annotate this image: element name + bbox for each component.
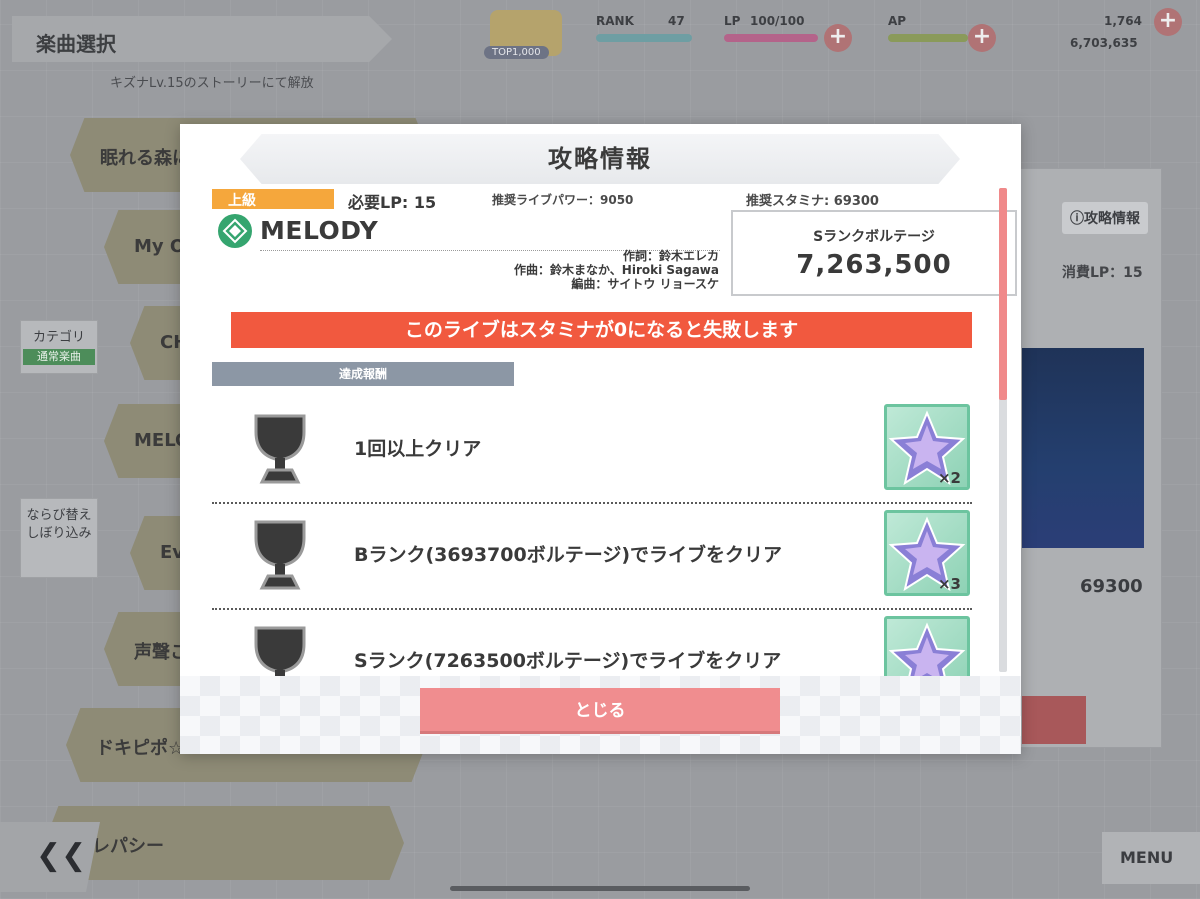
trophy-icon bbox=[254, 520, 306, 590]
reward-count: ×2 bbox=[937, 469, 961, 487]
modal-scroll-content[interactable]: 上級 必要LP: 15 推奨ライブパワー：9050 推奨スタミナ: 69300 … bbox=[180, 188, 1021, 678]
reward-item[interactable]: ×3 bbox=[884, 510, 970, 596]
trophy-icon bbox=[254, 414, 306, 484]
double-chevron-left-icon: ❮❮ bbox=[36, 838, 87, 873]
song-credits: 作詞：鈴木エレカ 作曲：鈴木まなか、Hiroki Sagawa 編曲：サイトウ … bbox=[514, 249, 719, 291]
home-indicator bbox=[450, 886, 750, 891]
rank-exp-bar bbox=[596, 34, 692, 42]
close-button[interactable]: とじる bbox=[420, 688, 780, 734]
s-rank-voltage-value: 7,263,500 bbox=[796, 250, 952, 280]
panel-stamina: 69300 bbox=[1080, 576, 1143, 597]
recommended-power: 推奨ライブパワー：9050 bbox=[492, 193, 634, 207]
scrollbar-thumb[interactable] bbox=[999, 188, 1007, 400]
star-gem-icon bbox=[888, 622, 966, 678]
rank-value: 47 bbox=[668, 14, 685, 28]
reward-item[interactable]: ×2 bbox=[884, 404, 970, 490]
song-select-title: 楽曲選択 bbox=[36, 32, 116, 56]
event-rank-badge: TOP1,000 bbox=[484, 46, 549, 59]
back-button[interactable]: ❮❮ bbox=[0, 822, 100, 892]
trophy-icon bbox=[254, 626, 306, 678]
start-live-button[interactable] bbox=[1022, 696, 1086, 744]
ap-add-plus-icon[interactable]: + bbox=[968, 24, 996, 52]
stage-preview-image bbox=[1022, 348, 1144, 548]
gold-count: 6,703,635 bbox=[1070, 36, 1138, 50]
rewards-header: 達成報酬 bbox=[212, 362, 514, 386]
category-tag: 通常楽曲 bbox=[23, 349, 95, 365]
reward-count: ×3 bbox=[937, 575, 961, 593]
reward-row: Bランク(3693700ボルテージ)でライブをクリア ×3 bbox=[212, 504, 972, 610]
required-lp: 必要LP: 15 bbox=[348, 193, 437, 212]
gem-count: 1,764 bbox=[1104, 14, 1142, 28]
difficulty-badge: 上級 bbox=[212, 189, 334, 209]
modal-title: 攻略情報 bbox=[548, 145, 652, 173]
lp-add-plus-icon[interactable]: + bbox=[824, 24, 852, 52]
lyrics-credit: 作詞：鈴木エレカ bbox=[622, 249, 719, 263]
attribute-diamond-icon bbox=[218, 214, 252, 248]
sort-filter-button[interactable]: ならび替え しぼり込み bbox=[20, 498, 98, 578]
reward-row: 1回以上クリア ×2 bbox=[212, 398, 972, 504]
rank-label: RANK bbox=[596, 14, 634, 28]
recommended-stamina: 推奨スタミナ: 69300 bbox=[746, 194, 879, 209]
menu-button[interactable]: MENU bbox=[1102, 832, 1200, 884]
reward-condition: Bランク(3693700ボルテージ)でライブをクリア bbox=[354, 544, 783, 566]
consumed-lp: 消費LP：15 bbox=[1062, 265, 1143, 281]
ap-label: AP bbox=[888, 14, 907, 28]
modal-title-banner: 攻略情報 bbox=[240, 134, 960, 184]
song-select-header: 楽曲選択 bbox=[12, 16, 392, 62]
gem-add-plus-icon[interactable]: + bbox=[1154, 8, 1182, 36]
lp-value: 100/100 bbox=[750, 14, 805, 28]
modal-footer: とじる bbox=[180, 676, 1021, 754]
strategy-info-button[interactable]: ⓘ攻略情報 bbox=[1062, 202, 1148, 234]
song-row[interactable]: テレパシー bbox=[44, 806, 404, 880]
s-rank-voltage-box: Sランクボルテージ 7,263,500 bbox=[731, 210, 1017, 296]
reward-row: Sランク(7263500ボルテージ)でライブをクリア bbox=[212, 610, 972, 678]
category-button[interactable]: カテゴリ 通常楽曲 bbox=[20, 320, 98, 374]
lp-label: LP bbox=[724, 14, 741, 28]
strategy-info-modal: 攻略情報 上級 必要LP: 15 推奨ライブパワー：9050 推奨スタミナ: 6… bbox=[180, 124, 1021, 754]
reward-item[interactable] bbox=[884, 616, 970, 678]
ap-bar bbox=[888, 34, 968, 42]
reward-condition: 1回以上クリア bbox=[354, 438, 482, 460]
arrangement-credit: 編曲：サイトウ リョースケ bbox=[571, 277, 719, 291]
top-status-bar: TOP1,000 RANK 47 LP 100/100 + AP + 1,764… bbox=[478, 6, 1182, 60]
lp-bar bbox=[724, 34, 818, 42]
s-rank-voltage-label: Sランクボルテージ bbox=[813, 229, 935, 245]
reward-condition: Sランク(7263500ボルテージ)でライブをクリア bbox=[354, 650, 782, 672]
unlock-note: キズナLv.15のストーリーにて解放 bbox=[110, 76, 314, 91]
song-title: MELODY bbox=[260, 216, 379, 245]
composition-credit: 作曲：鈴木まなか、Hiroki Sagawa bbox=[514, 263, 719, 277]
stamina-fail-warning: このライブはスタミナが0になると失敗します bbox=[231, 312, 972, 348]
